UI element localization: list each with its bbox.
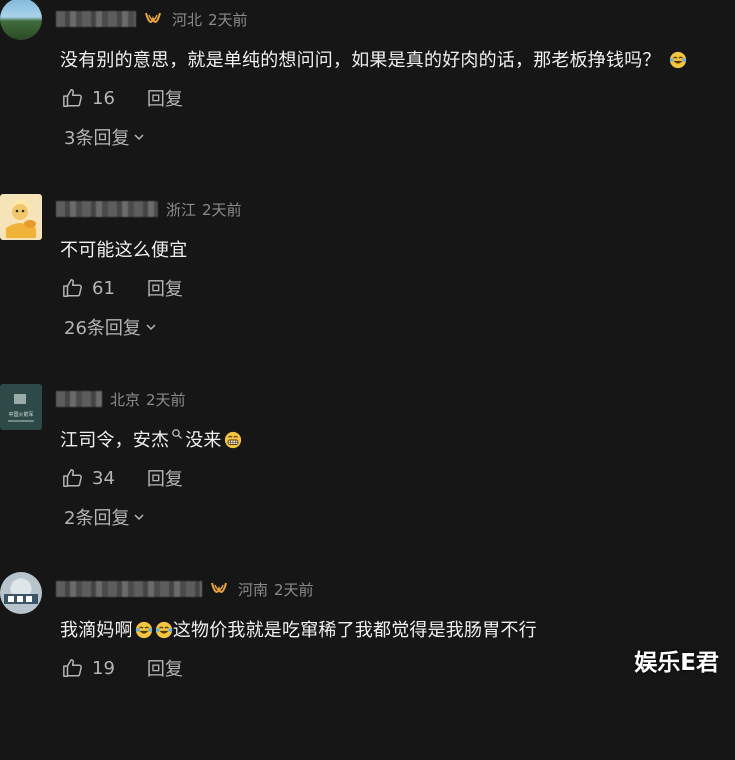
comment-item: 中国火箭军 北京 2天前 江司令，安杰 没来 34 回复 2条回复 — [0, 380, 735, 570]
avatar[interactable] — [0, 194, 42, 240]
comment-actions: 16 回复 — [62, 84, 183, 112]
comment-item: 浙江 2天前 不可能这么便宜 61 回复 26条回复 — [0, 190, 735, 380]
timestamp: 2天前 — [146, 390, 186, 409]
location: 河南 — [238, 580, 269, 599]
comment-text-content: 没有别的意思，就是单纯的想问问，如果是真的好肉的话，那老板挣钱吗？ — [60, 50, 661, 71]
avatar[interactable] — [0, 572, 42, 614]
timestamp: 2天前 — [202, 200, 242, 219]
replies-label: 3条回复 — [64, 128, 130, 149]
thumbs-up-icon[interactable] — [62, 87, 84, 109]
location: 河北 — [172, 10, 203, 29]
username-blurred[interactable] — [56, 391, 102, 407]
replies-label: 2条回复 — [64, 508, 130, 529]
view-replies-button[interactable]: 3条回复 — [64, 124, 145, 150]
thumbs-up-icon[interactable] — [62, 657, 84, 679]
watermark: 娱乐E君 — [634, 650, 719, 676]
comment-item: 河南 2天前 我滴妈啊 这物价我就是吃窜稀了我都觉得是我肠胃不行 19 回复 — [0, 570, 735, 760]
like-count: 61 — [92, 277, 115, 299]
comment-actions: 19 回复 — [62, 654, 183, 682]
comment-meta: 北京 2天前 — [56, 388, 186, 410]
laugh-cry-icon — [669, 51, 686, 69]
username-blurred[interactable] — [56, 581, 202, 597]
location: 浙江 — [166, 200, 197, 219]
comment-text-content: 江司令，安杰 — [60, 430, 170, 451]
reply-button[interactable]: 回复 — [147, 655, 183, 681]
view-replies-button[interactable]: 2条回复 — [64, 504, 145, 530]
comment-text-content: 没来 — [185, 430, 222, 451]
reply-button[interactable]: 回复 — [147, 85, 183, 111]
avatar[interactable]: 中国火箭军 — [0, 384, 42, 430]
comment-text: 我滴妈啊 这物价我就是吃窜稀了我都觉得是我肠胃不行 — [60, 616, 537, 642]
comment-text: 不可能这么便宜 — [60, 236, 187, 262]
like-count: 16 — [92, 87, 115, 109]
avatar-caption: 中国火箭军 — [8, 411, 33, 418]
location: 北京 — [110, 390, 141, 409]
like-count: 34 — [92, 467, 115, 489]
comment-actions: 61 回复 — [62, 274, 183, 302]
comment-actions: 34 回复 — [62, 464, 183, 492]
chevron-down-icon — [134, 134, 144, 141]
badge-icon — [145, 12, 161, 23]
replies-label: 26条回复 — [64, 318, 141, 339]
comment-text: 江司令，安杰 没来 — [60, 426, 242, 452]
reply-button[interactable]: 回复 — [147, 465, 183, 491]
comment-text: 没有别的意思，就是单纯的想问问，如果是真的好肉的话，那老板挣钱吗？ — [60, 46, 687, 72]
search-icon[interactable] — [171, 428, 183, 440]
timestamp: 2天前 — [208, 10, 248, 29]
view-replies-button[interactable]: 26条回复 — [64, 314, 157, 340]
laugh-cry-icon — [155, 621, 172, 639]
reply-button[interactable]: 回复 — [147, 275, 183, 301]
comment-text-content: 这物价我就是吃窜稀了我都觉得是我肠胃不行 — [172, 620, 537, 641]
badge-icon — [211, 582, 227, 593]
comment-meta: 河南 2天前 — [56, 578, 314, 600]
thumbs-up-icon[interactable] — [62, 277, 84, 299]
comment-meta: 浙江 2天前 — [56, 198, 242, 220]
comment-item: 河北 2天前 没有别的意思，就是单纯的想问问，如果是真的好肉的话，那老板挣钱吗？… — [0, 0, 735, 190]
comment-text-content: 不可能这么便宜 — [60, 240, 188, 261]
chevron-down-icon — [146, 324, 156, 331]
chevron-down-icon — [134, 514, 144, 521]
laugh-cry-icon — [135, 621, 152, 639]
thumbs-up-icon[interactable] — [62, 467, 84, 489]
like-count: 19 — [92, 657, 115, 679]
grin-icon — [224, 431, 241, 449]
comment-meta: 河北 2天前 — [56, 8, 248, 30]
username-blurred[interactable] — [56, 201, 158, 217]
comment-text-content: 我滴妈啊 — [60, 620, 133, 641]
avatar[interactable] — [0, 0, 42, 40]
username-blurred[interactable] — [56, 11, 136, 27]
timestamp: 2天前 — [274, 580, 314, 599]
